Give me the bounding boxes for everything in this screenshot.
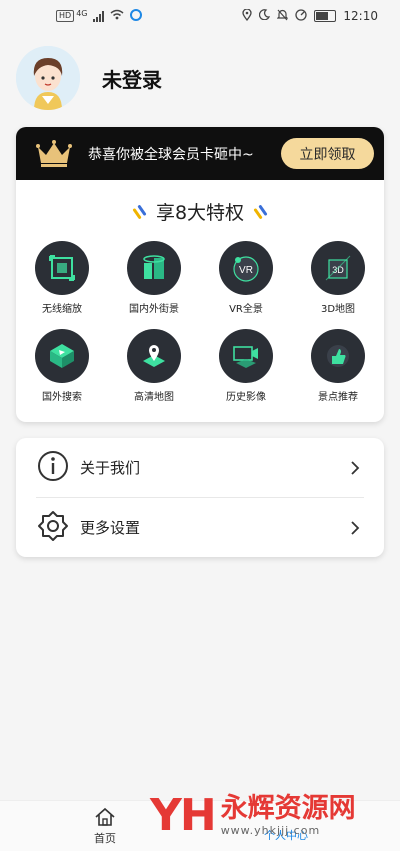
menu-label: 更多设置 xyxy=(80,519,141,537)
menu-more-settings[interactable]: 更多设置 xyxy=(36,497,364,557)
wifi-icon xyxy=(110,9,124,23)
perk-zoom[interactable]: 无线缩放 xyxy=(16,241,108,315)
zoom-icon xyxy=(35,241,89,295)
perk-hd-map[interactable]: 高清地图 xyxy=(108,329,200,403)
home-icon xyxy=(94,807,116,830)
avatar[interactable] xyxy=(16,46,80,110)
watermark: YH 永辉资源网 www.yhkjjj.com xyxy=(150,790,356,841)
perk-label: 国外搜索 xyxy=(42,392,82,403)
perks-title: 享8大特权 xyxy=(155,202,245,224)
speed-icon xyxy=(295,8,308,24)
perk-recommend[interactable]: 景点推荐 xyxy=(292,329,384,403)
perks-header: 享8大特权 xyxy=(16,198,384,225)
location-icon xyxy=(242,7,253,24)
hd-badge: HD xyxy=(56,10,75,22)
status-bar: HD 4G 12:10 xyxy=(0,0,400,32)
streetview-icon xyxy=(127,241,181,295)
perk-label: 国内外街景 xyxy=(129,304,179,315)
network-type: 4G xyxy=(76,8,88,18)
watermark-url: www.yhkjjj.com xyxy=(220,824,321,837)
vip-banner: 恭喜你被全球会员卡砸中~ 立即领取 xyxy=(16,127,384,180)
login-status[interactable]: 未登录 xyxy=(102,64,162,93)
nav-home[interactable]: 首页 xyxy=(94,807,116,846)
chevron-right-icon xyxy=(350,520,360,539)
perk-label: 高清地图 xyxy=(134,392,174,403)
gear-icon xyxy=(36,509,70,547)
thumbs-up-icon xyxy=(311,329,365,383)
vr-icon: VR xyxy=(219,241,273,295)
nav-label: 首页 xyxy=(94,832,116,845)
perk-label: VR全景 xyxy=(229,304,263,315)
chevron-right-icon xyxy=(350,460,360,479)
search-location-icon xyxy=(35,329,89,383)
app-notification-icon xyxy=(130,8,143,24)
perk-label: 3D地图 xyxy=(320,304,356,315)
vip-promo-text: 恭喜你被全球会员卡砸中~ xyxy=(88,146,254,163)
perk-label: 景点推荐 xyxy=(318,392,358,403)
perk-history-imagery[interactable]: 历史影像 xyxy=(200,329,292,403)
map-pin-icon xyxy=(127,329,181,383)
info-icon xyxy=(36,449,70,487)
watermark-logo: YH xyxy=(150,790,217,841)
crown-icon xyxy=(34,139,74,169)
menu-card: 关于我们 更多设置 xyxy=(16,438,384,557)
perk-3d-map[interactable]: 3D 3D地图 xyxy=(292,241,384,315)
decoration-icon xyxy=(132,204,147,219)
clock-time: 12:10 xyxy=(343,9,378,23)
perk-streetview[interactable]: 国内外街景 xyxy=(108,241,200,315)
claim-button[interactable]: 立即领取 xyxy=(281,138,374,169)
watermark-name: 永辉资源网 xyxy=(220,793,356,824)
menu-about-us[interactable]: 关于我们 xyxy=(36,438,364,497)
menu-label: 关于我们 xyxy=(80,459,141,477)
perks-grid: 无线缩放 国内外街景 VR VR全景 3D 3D地图 国外搜索 高清地图 历史影… xyxy=(16,241,384,403)
video-icon xyxy=(219,329,273,383)
svg-text:3D: 3D xyxy=(332,265,344,275)
perk-foreign-search[interactable]: 国外搜索 xyxy=(16,329,108,403)
decoration-icon xyxy=(253,204,268,219)
perk-label: 无线缩放 xyxy=(42,304,82,315)
perk-vr[interactable]: VR VR全景 xyxy=(200,241,292,315)
profile-header[interactable]: 未登录 xyxy=(16,46,162,110)
svg-text:VR: VR xyxy=(239,265,253,276)
signal-icon xyxy=(93,10,105,22)
3d-map-icon: 3D xyxy=(311,241,365,295)
battery-icon xyxy=(314,10,337,22)
mute-icon xyxy=(276,9,289,24)
moon-icon xyxy=(259,9,271,23)
vip-card: 恭喜你被全球会员卡砸中~ 立即领取 享8大特权 无线缩放 国内外街景 VR VR… xyxy=(16,127,384,422)
perk-label: 历史影像 xyxy=(226,392,266,403)
